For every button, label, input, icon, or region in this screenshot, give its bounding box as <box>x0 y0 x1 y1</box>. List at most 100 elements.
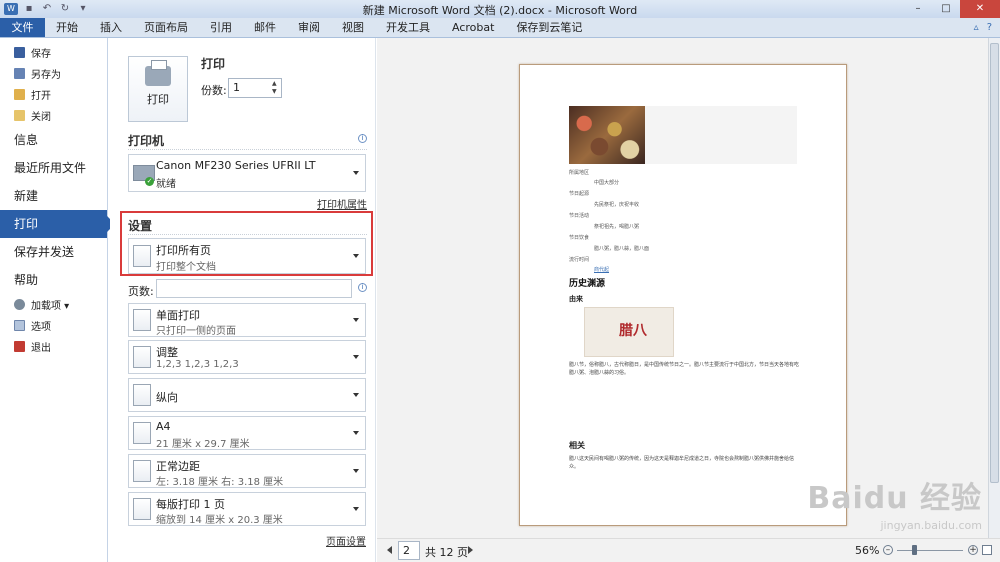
tab-developer[interactable]: 开发工具 <box>375 18 441 37</box>
nav-save-as[interactable]: 另存为 <box>0 63 107 84</box>
save-icon[interactable]: ▪ <box>22 3 36 15</box>
minimize-ribbon-icon[interactable]: ▵ <box>974 22 979 33</box>
nav-save-and-send[interactable]: 保存并发送 <box>0 238 107 266</box>
zoom-slider-thumb[interactable] <box>911 545 917 555</box>
collate-icon <box>133 346 151 368</box>
single-sided-icon <box>133 309 151 331</box>
copies-label: 份数: <box>201 84 227 97</box>
tab-insert[interactable]: 插入 <box>89 18 133 37</box>
close-button[interactable]: ✕ <box>960 0 1000 18</box>
copies-spinner[interactable]: ▲ ▼ <box>272 80 280 96</box>
nav-exit[interactable]: 退出 <box>0 336 107 357</box>
tab-page-layout[interactable]: 页面布局 <box>133 18 199 37</box>
page-setup-link[interactable]: 页面设置 <box>326 533 366 548</box>
nav-close[interactable]: 关闭 <box>0 105 107 126</box>
nav-options[interactable]: 选项 <box>0 315 107 336</box>
scrollbar-thumb[interactable] <box>990 43 999 483</box>
tab-references[interactable]: 引用 <box>199 18 243 37</box>
festival-poster: 腊八 <box>584 307 674 357</box>
photo-caption-band <box>645 106 797 164</box>
quick-access-toolbar: W ▪ ↶ ↻ ▾ <box>0 3 130 15</box>
pages-label: 页数: <box>128 285 154 298</box>
tab-view[interactable]: 视图 <box>331 18 375 37</box>
sides-dropdown[interactable]: 单面打印 只打印一侧的页面 <box>128 303 366 337</box>
zoom-out-icon[interactable]: – <box>883 545 893 555</box>
tab-save-to-cloud[interactable]: 保存到云笔记 <box>505 18 593 37</box>
margins-desc: 左: 3.18 厘米 右: 3.18 厘米 <box>156 477 284 488</box>
nav-recent[interactable]: 最近所用文件 <box>0 154 107 182</box>
nav-info[interactable]: 信息 <box>0 126 107 154</box>
customize-dropdown-icon[interactable]: ▾ <box>76 3 90 15</box>
pages-per-sheet-dropdown[interactable]: 每版打印 1 页 缩放到 14 厘米 x 20.3 厘米 <box>128 492 366 526</box>
print-range-title: 打印所有页 <box>156 244 211 257</box>
print-heading: 打印 <box>201 57 226 71</box>
nav-exit-label: 退出 <box>31 343 51 354</box>
nav-add-ins[interactable]: 加载项 ▾ <box>0 294 107 315</box>
nav-add-ins-label: 加载项 ▾ <box>31 301 70 312</box>
nav-open[interactable]: 打开 <box>0 84 107 105</box>
nav-open-label: 打开 <box>31 91 51 102</box>
settings-separator <box>128 234 367 235</box>
help-icon[interactable]: ? <box>987 22 992 33</box>
nav-save[interactable]: 保存 <box>0 42 107 63</box>
paper-size-desc: 21 厘米 x 29.7 厘米 <box>156 439 250 450</box>
nav-help[interactable]: 帮助 <box>0 266 107 294</box>
pages-info-icon[interactable]: i <box>358 283 367 292</box>
margins-title: 正常边距 <box>156 460 200 473</box>
options-icon <box>14 320 25 331</box>
nav-new[interactable]: 新建 <box>0 182 107 210</box>
zoom-level[interactable]: 56% <box>855 544 879 557</box>
maximize-button[interactable]: □ <box>932 0 960 18</box>
settings-heading: 设置 <box>128 219 153 233</box>
print-settings-panel: 打印 打印 份数: 1 ▲ ▼ 打印机 i ✓ Canon MF230 Serie… <box>110 38 376 562</box>
backstage-nav: 保存 另存为 打开 关闭 信息 最近所用文件 新建 打印 保存并发送 帮助 加载… <box>0 38 115 562</box>
paper-size-dropdown[interactable]: A4 21 厘米 x 29.7 厘米 <box>128 416 366 450</box>
zoom-to-page-icon[interactable] <box>982 545 992 555</box>
previous-page-icon[interactable] <box>387 546 392 554</box>
minimize-button[interactable]: – <box>904 0 932 18</box>
chevron-down-icon <box>353 431 359 435</box>
tab-home[interactable]: 开始 <box>45 18 89 37</box>
copies-input[interactable]: 1 ▲ ▼ <box>228 78 282 98</box>
sides-desc: 只打印一侧的页面 <box>156 326 236 337</box>
pages-per-sheet-icon <box>133 498 151 520</box>
printer-dropdown[interactable]: ✓ Canon MF230 Series UFRII LT 就绪 <box>128 154 366 192</box>
tab-acrobat[interactable]: Acrobat <box>441 18 505 37</box>
preview-scrollbar[interactable] <box>988 38 1000 538</box>
info-row-value: 中国大部分 <box>594 180 620 186</box>
printer-info-icon[interactable]: i <box>358 134 367 143</box>
info-row-value: 商代起 <box>594 267 610 273</box>
info-row-label: 节日起源 <box>569 191 590 197</box>
tab-mailings[interactable]: 邮件 <box>243 18 287 37</box>
next-page-icon[interactable] <box>468 546 473 554</box>
collate-dropdown[interactable]: 调整 1,2,3 1,2,3 1,2,3 <box>128 340 366 374</box>
print-button[interactable]: 打印 <box>128 56 188 122</box>
page-thumbnail-icon <box>133 245 151 267</box>
info-row-value: 腊八粥，腊八蒜，腊八面 <box>594 246 650 252</box>
nav-save-label: 保存 <box>31 49 51 60</box>
save-as-icon <box>14 68 25 79</box>
chevron-down-icon <box>353 318 359 322</box>
print-range-dropdown[interactable]: 打印所有页 打印整个文档 <box>128 238 366 274</box>
zoom-in-icon[interactable]: + <box>968 545 978 555</box>
undo-icon[interactable]: ↶ <box>40 3 54 15</box>
zoom-slider-track[interactable] <box>897 550 963 551</box>
watermark-url: jingyan.baidu.com <box>880 519 982 532</box>
print-button-label: 打印 <box>147 93 169 106</box>
current-page-input[interactable]: 2 <box>398 541 420 560</box>
doc-paragraph: 腊八节，俗称腊八，古代称腊日，是中国传统节日之一。腊八节主要流行于中国北方，节日… <box>569 362 799 376</box>
redo-icon[interactable]: ↻ <box>58 3 72 15</box>
tab-review[interactable]: 审阅 <box>287 18 331 37</box>
collate-title: 调整 <box>156 346 178 359</box>
title-bar: W ▪ ↶ ↻ ▾ 新建 Microsoft Word 文档 (2).docx … <box>0 0 1000 18</box>
printer-properties-link[interactable]: 打印机属性 <box>317 196 367 211</box>
word-icon[interactable]: W <box>4 3 18 15</box>
baidu-watermark: Baidu 经验 jingyan.baidu.com <box>807 473 982 532</box>
pages-input[interactable] <box>156 279 352 298</box>
tab-file[interactable]: 文件 <box>0 18 45 37</box>
margins-dropdown[interactable]: 正常边距 左: 3.18 厘米 右: 3.18 厘米 <box>128 454 366 488</box>
printer-name: Canon MF230 Series UFRII LT <box>156 159 316 172</box>
sides-title: 单面打印 <box>156 309 200 322</box>
orientation-dropdown[interactable]: 纵向 <box>128 378 366 412</box>
nav-print[interactable]: 打印 <box>0 210 115 238</box>
